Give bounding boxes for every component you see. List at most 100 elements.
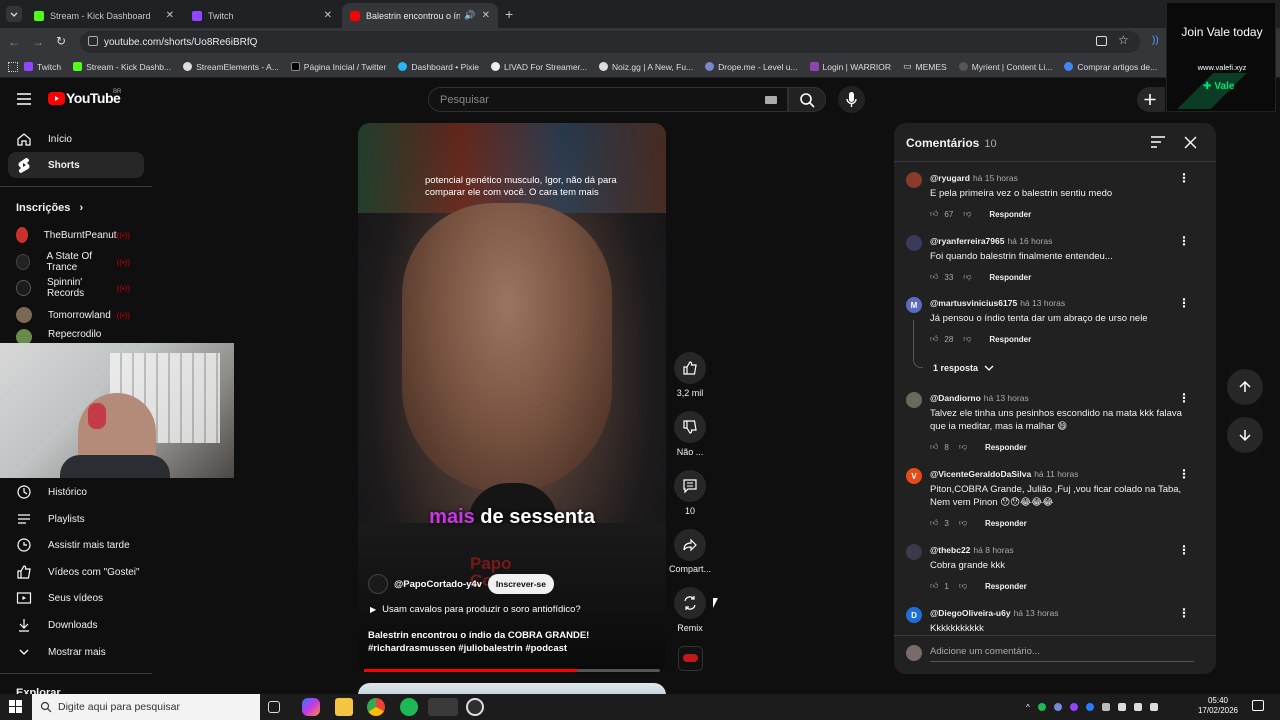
comment-author[interactable]: @ryanferreira7965 há 16 horas — [930, 236, 1052, 246]
speaker-icon[interactable]: 🔊 — [464, 10, 475, 21]
bookmark-livad[interactable]: LIVAD For Streamer... — [491, 62, 587, 72]
spotify-icon[interactable] — [400, 698, 418, 716]
youtube-logo-icon[interactable] — [48, 92, 65, 105]
close-comments-button[interactable] — [1184, 136, 1197, 149]
subscribe-button[interactable]: Inscrever-se — [487, 574, 555, 594]
comment-author[interactable]: @Dandiorno há 13 horas — [930, 393, 1029, 403]
create-button[interactable] — [1137, 87, 1165, 112]
comment-more-icon[interactable]: ⋮ — [1178, 467, 1190, 481]
subscriptions-heading[interactable]: Inscrições › — [16, 202, 83, 214]
notifications-icon[interactable] — [1252, 700, 1264, 711]
sidebar-sub-asot[interactable]: A State Of Trance ((•)) — [8, 249, 144, 275]
tray-app-icon[interactable] — [1053, 703, 1062, 711]
chrome-active-icon[interactable] — [428, 698, 458, 716]
wifi-icon[interactable] — [1117, 703, 1126, 711]
thumbs-down-icon[interactable]: 👎︎ — [963, 209, 971, 219]
sidebar-item-your-videos[interactable]: Seus vídeos — [8, 585, 144, 611]
new-tab-button[interactable]: + — [505, 6, 513, 22]
reply-button[interactable]: Responder — [985, 443, 1027, 452]
channel-name[interactable]: @PapoCortado-y4v — [394, 579, 482, 590]
bookmark-warrior[interactable]: Login | WARRIOR — [809, 62, 891, 72]
task-view-icon[interactable] — [268, 701, 280, 713]
sound-source-thumbnail[interactable] — [678, 646, 703, 671]
comment-more-icon[interactable]: ⋮ — [1178, 543, 1190, 557]
close-tab-icon[interactable]: ✕ — [482, 10, 490, 21]
music-track[interactable]: ▶ Usam cavalos para produzir o soro anti… — [370, 604, 581, 615]
sidebar-sub-repecrodilo[interactable]: Repecrodilo — [8, 329, 144, 343]
back-icon[interactable]: ← — [8, 35, 20, 49]
thumbs-up-icon[interactable]: 👍︎ — [930, 518, 938, 528]
thumbs-up-icon[interactable]: 👍︎ — [930, 581, 938, 591]
tray-app-icon[interactable] — [1037, 703, 1046, 711]
like-button[interactable] — [674, 352, 706, 384]
comment-avatar[interactable] — [906, 392, 922, 408]
keyboard-icon[interactable] — [765, 96, 777, 104]
comment-avatar[interactable]: D — [906, 607, 922, 623]
view-replies-button[interactable]: 1 resposta — [933, 363, 994, 373]
system-tray-icons[interactable]: ^ — [1026, 702, 1186, 712]
vale-ad-overlay[interactable]: Join Vale today www.valefi.xyz ✚ Vale — [1166, 2, 1276, 112]
taskbar-search[interactable]: Digite aqui para pesquisar — [32, 694, 260, 720]
comment-more-icon[interactable]: ⋮ — [1178, 234, 1190, 248]
sidebar-sub-tomorrowland[interactable]: Tomorrowland ((•)) — [8, 302, 144, 328]
tab-search-button[interactable] — [6, 6, 22, 22]
share-button[interactable] — [674, 529, 706, 561]
thumbs-down-icon[interactable]: 👎︎ — [959, 518, 967, 528]
reply-button[interactable]: Responder — [985, 519, 1027, 528]
obs-icon[interactable] — [466, 698, 484, 716]
bookmark-drope[interactable]: Drope.me - Level u... — [705, 62, 798, 72]
add-comment-input[interactable]: Adicione um comentário... — [930, 646, 1194, 662]
chrome-icon[interactable] — [367, 698, 385, 716]
address-bar[interactable]: youtube.com/shorts/Uo8Re6iBRfQ — [80, 31, 1140, 53]
bookmark-twitch[interactable]: Twitch — [24, 62, 61, 72]
reload-icon[interactable]: ↻ — [56, 34, 66, 48]
thumbs-up-icon[interactable]: 👍︎ — [930, 442, 938, 452]
search-button[interactable] — [788, 87, 826, 112]
bookmark-noiz[interactable]: Noiz.gg | A New, Fu... — [599, 62, 693, 72]
sidebar-sub-theburntpeanut[interactable]: TheBurntPeanut ((•)) — [8, 222, 144, 248]
tab-twitch[interactable]: Twitch ✕ — [184, 3, 340, 28]
dislike-button[interactable] — [674, 411, 706, 443]
thumbs-down-icon[interactable]: 👎︎ — [963, 334, 971, 344]
volume-icon[interactable] — [1133, 703, 1142, 711]
thumbs-down-icon[interactable]: 👎︎ — [959, 581, 967, 591]
comment-avatar[interactable]: V — [906, 468, 922, 484]
sidebar-item-show-more[interactable]: Mostrar mais — [8, 639, 144, 665]
extension-icon[interactable]: )) — [1152, 35, 1159, 46]
sidebar-item-home[interactable]: Início — [8, 126, 144, 152]
comment-author[interactable]: @ryugard há 15 horas — [930, 173, 1018, 183]
comment-more-icon[interactable]: ⋮ — [1178, 391, 1190, 405]
comment-avatar[interactable] — [906, 235, 922, 251]
close-tab-icon[interactable]: ✕ — [324, 10, 332, 21]
comment-avatar[interactable] — [906, 544, 922, 560]
sidebar-item-liked-videos[interactable]: Vídeos com "Gostei" — [8, 559, 144, 585]
sidebar-item-history[interactable]: Histórico — [8, 479, 144, 505]
comment-author[interactable]: @martusvinicius6175 há 13 horas — [930, 298, 1065, 308]
tab-youtube-balestrin[interactable]: Balestrin encontrou o índio 🔊 ✕ — [342, 3, 498, 28]
next-short-button[interactable] — [1227, 417, 1263, 453]
bookmark-twitter[interactable]: Página Inicial / Twitter — [290, 62, 386, 72]
voice-search-button[interactable] — [838, 86, 865, 113]
remix-button[interactable] — [674, 587, 706, 619]
copilot-icon[interactable] — [302, 698, 320, 716]
bluetooth-icon[interactable] — [1085, 703, 1094, 711]
comment-author[interactable]: @DiegoOliveira-u6y há 13 horas — [930, 608, 1058, 618]
network-icon[interactable] — [1149, 703, 1158, 711]
taskbar-clock[interactable]: 05:40 17/02/2026 — [1194, 696, 1242, 717]
site-info-icon[interactable] — [88, 36, 98, 46]
tray-app-icon[interactable] — [1069, 703, 1078, 711]
video-description[interactable]: Balestrin encontrou o índio da COBRA GRA… — [368, 629, 658, 656]
comment-author[interactable]: @VicenteGeraldoDaSilva há 11 horas — [930, 469, 1078, 479]
bookmark-google[interactable]: Comprar artigos de... — [1064, 62, 1157, 72]
menu-icon[interactable] — [17, 93, 31, 105]
sidebar-item-watch-later[interactable]: Assistir mais tarde — [8, 532, 144, 558]
bookmark-kick[interactable]: Stream - Kick Dashb... — [73, 62, 171, 72]
comment-author[interactable]: @thebc22 há 8 horas — [930, 545, 1014, 555]
thumbs-up-icon[interactable]: 👍︎ — [930, 209, 938, 219]
bookmark-streamelements[interactable]: StreamElements - A... — [183, 62, 279, 72]
comment-more-icon[interactable]: ⋮ — [1178, 171, 1190, 185]
install-app-icon[interactable] — [1096, 36, 1107, 46]
sort-comments-button[interactable] — [1151, 136, 1165, 148]
start-button[interactable] — [9, 700, 22, 713]
thumbs-down-icon[interactable]: 👎︎ — [963, 272, 971, 282]
